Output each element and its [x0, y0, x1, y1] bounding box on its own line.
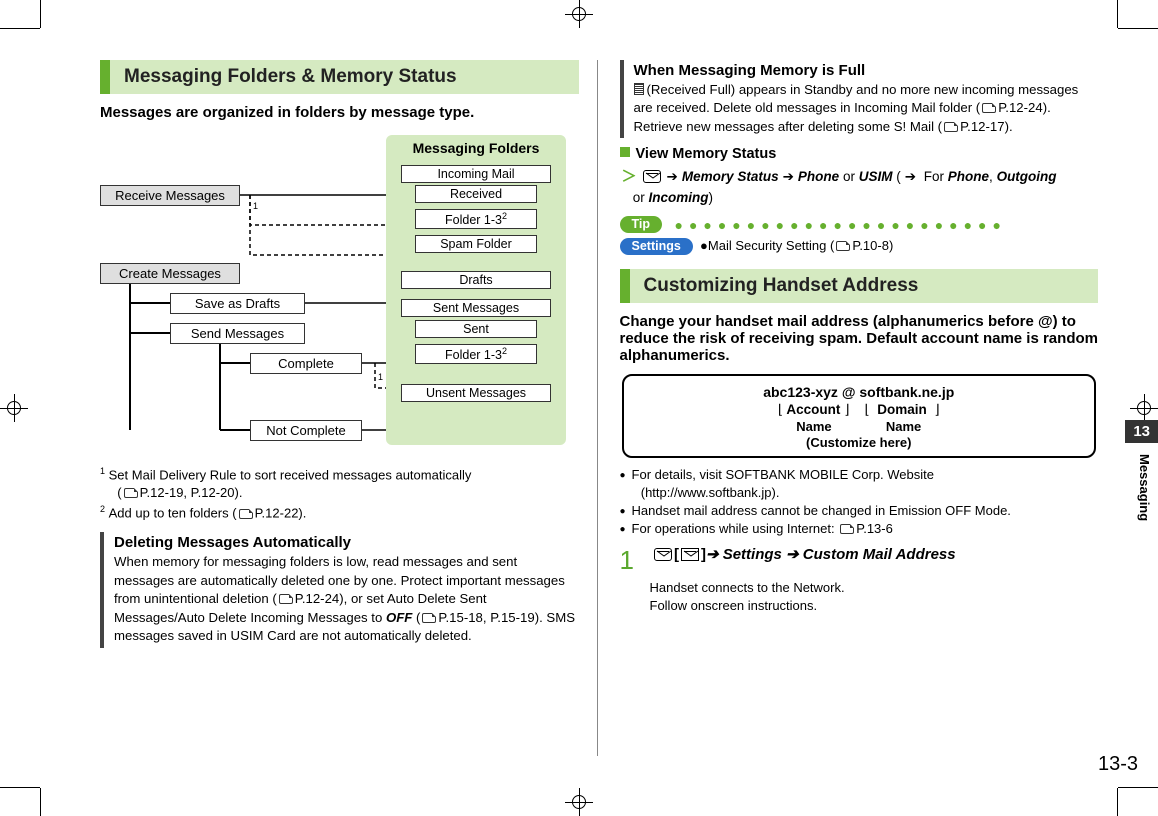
box-drafts: Drafts	[401, 271, 551, 289]
footnote-1: 1 Set Mail Delivery Rule to sort receive…	[100, 465, 579, 501]
folders-title: Messaging Folders	[387, 136, 565, 162]
registration-mark	[565, 788, 593, 816]
address-labels: ⌊ Account ⌋ ⌊ Domain ⌋	[634, 402, 1085, 418]
page-ref-icon	[840, 524, 854, 534]
box-folder13a: Folder 1-32	[415, 209, 537, 229]
step-1: 1 []➔ Settings ➔ Custom Mail Address Han…	[620, 545, 1099, 615]
cropmark	[40, 788, 41, 816]
box-spam: Spam Folder	[415, 235, 537, 253]
page-number: 13-3	[1098, 753, 1138, 776]
address-customize-here: (Customize here)	[634, 435, 1085, 450]
cropmark	[1117, 0, 1118, 28]
folders-diagram: 1 1	[100, 135, 579, 455]
box-create-messages: Create Messages	[100, 263, 240, 284]
box-receive-messages: Receive Messages	[100, 185, 240, 206]
section-heading-customize: Customizing Handset Address	[620, 269, 1099, 303]
customize-bullets: For details, visit SOFTBANK MOBILE Corp.…	[620, 466, 1099, 539]
step-sub2: Follow onscreen instructions.	[650, 597, 1099, 615]
cropmark	[40, 0, 41, 28]
registration-mark	[1130, 394, 1158, 422]
mail-envelope-icon	[681, 548, 699, 561]
customize-lead: Change your handset mail address (alphan…	[620, 313, 1099, 364]
section-heading-memory: Messaging Folders & Memory Status	[100, 60, 579, 94]
deleting-auto-block: Deleting Messages Automatically When mem…	[100, 532, 579, 647]
memory-full-block: When Messaging Memory is Full (Received …	[620, 60, 1099, 138]
page-ref-icon	[422, 613, 436, 623]
step-text: []➔ Settings ➔ Custom Mail Address	[652, 545, 956, 563]
box-complete: Complete	[250, 353, 362, 374]
svg-text:1: 1	[378, 372, 383, 382]
settings-line: Settings ●Mail Security Setting (P.10-8)	[620, 238, 1099, 255]
settings-pill: Settings	[620, 238, 693, 255]
step-sub1: Handset connects to the Network.	[650, 579, 1099, 597]
registration-mark	[0, 394, 28, 422]
page-ref-icon	[836, 241, 850, 251]
memory-full-body: (Received Full) appears in Standby and n…	[634, 81, 1099, 136]
page-ref-icon	[124, 488, 138, 498]
cropmark	[1117, 788, 1118, 816]
square-bullet-icon	[620, 147, 630, 157]
tip-pill: Tip	[620, 216, 663, 233]
view-memory-nav: ＞➔Memory Status➔Phone or USIM (➔ For Pho…	[622, 166, 1099, 207]
page-ref-icon	[944, 122, 958, 132]
page-ref-icon	[239, 509, 253, 519]
box-save-drafts: Save as Drafts	[170, 293, 305, 314]
folders-container: Messaging Folders Incoming Mail Received…	[386, 135, 566, 445]
address-example-box: abc123-xyz @ softbank.ne.jp ⌊ Account ⌋ …	[622, 374, 1097, 458]
lead-text: Messages are organized in folders by mes…	[100, 104, 579, 121]
box-received: Received	[415, 185, 537, 203]
box-send-messages: Send Messages	[170, 323, 305, 344]
received-full-icon	[634, 83, 644, 95]
cropmark	[1118, 787, 1158, 788]
box-sent-messages: Sent Messages	[401, 299, 551, 317]
page-ref-icon	[982, 103, 996, 113]
cropmark	[1118, 28, 1158, 29]
view-memory-heading: View Memory Status	[620, 146, 1099, 162]
deleting-auto-body: When memory for messaging folders is low…	[114, 553, 579, 645]
chapter-tab-label: Messaging	[1131, 450, 1158, 525]
bullet-2: Handset mail address cannot be changed i…	[620, 502, 1099, 520]
deleting-auto-title: Deleting Messages Automatically	[114, 534, 579, 551]
box-unsent: Unsent Messages	[401, 384, 551, 402]
mail-key-icon	[643, 170, 661, 183]
box-folder13b: Folder 1-32	[415, 344, 537, 364]
footnote-2: 2 Add up to ten folders (P.12-22).	[100, 503, 579, 522]
svg-text:1: 1	[253, 201, 258, 211]
page-ref-icon	[279, 594, 293, 604]
address-name-row: Name Name	[634, 419, 1085, 434]
memory-full-title: When Messaging Memory is Full	[634, 62, 1099, 79]
chapter-tab-number: 13	[1125, 420, 1158, 443]
dots-divider: ●●●●●●●●●●●●●●●●●●●●●●●	[674, 217, 1007, 233]
tip-row: Tip ●●●●●●●●●●●●●●●●●●●●●●●	[620, 216, 1099, 234]
box-sent: Sent	[415, 320, 537, 338]
cropmark	[0, 28, 40, 29]
box-not-complete: Not Complete	[250, 420, 362, 441]
bullet-3: For operations while using Internet: P.1…	[620, 520, 1099, 538]
box-incoming-mail: Incoming Mail	[401, 165, 551, 183]
bullet-1: For details, visit SOFTBANK MOBILE Corp.…	[620, 466, 1099, 502]
address-email: abc123-xyz @ softbank.ne.jp	[634, 384, 1085, 400]
step-number: 1	[620, 545, 648, 576]
registration-mark	[565, 0, 593, 28]
mail-key-icon	[654, 548, 672, 561]
cropmark	[0, 787, 40, 788]
